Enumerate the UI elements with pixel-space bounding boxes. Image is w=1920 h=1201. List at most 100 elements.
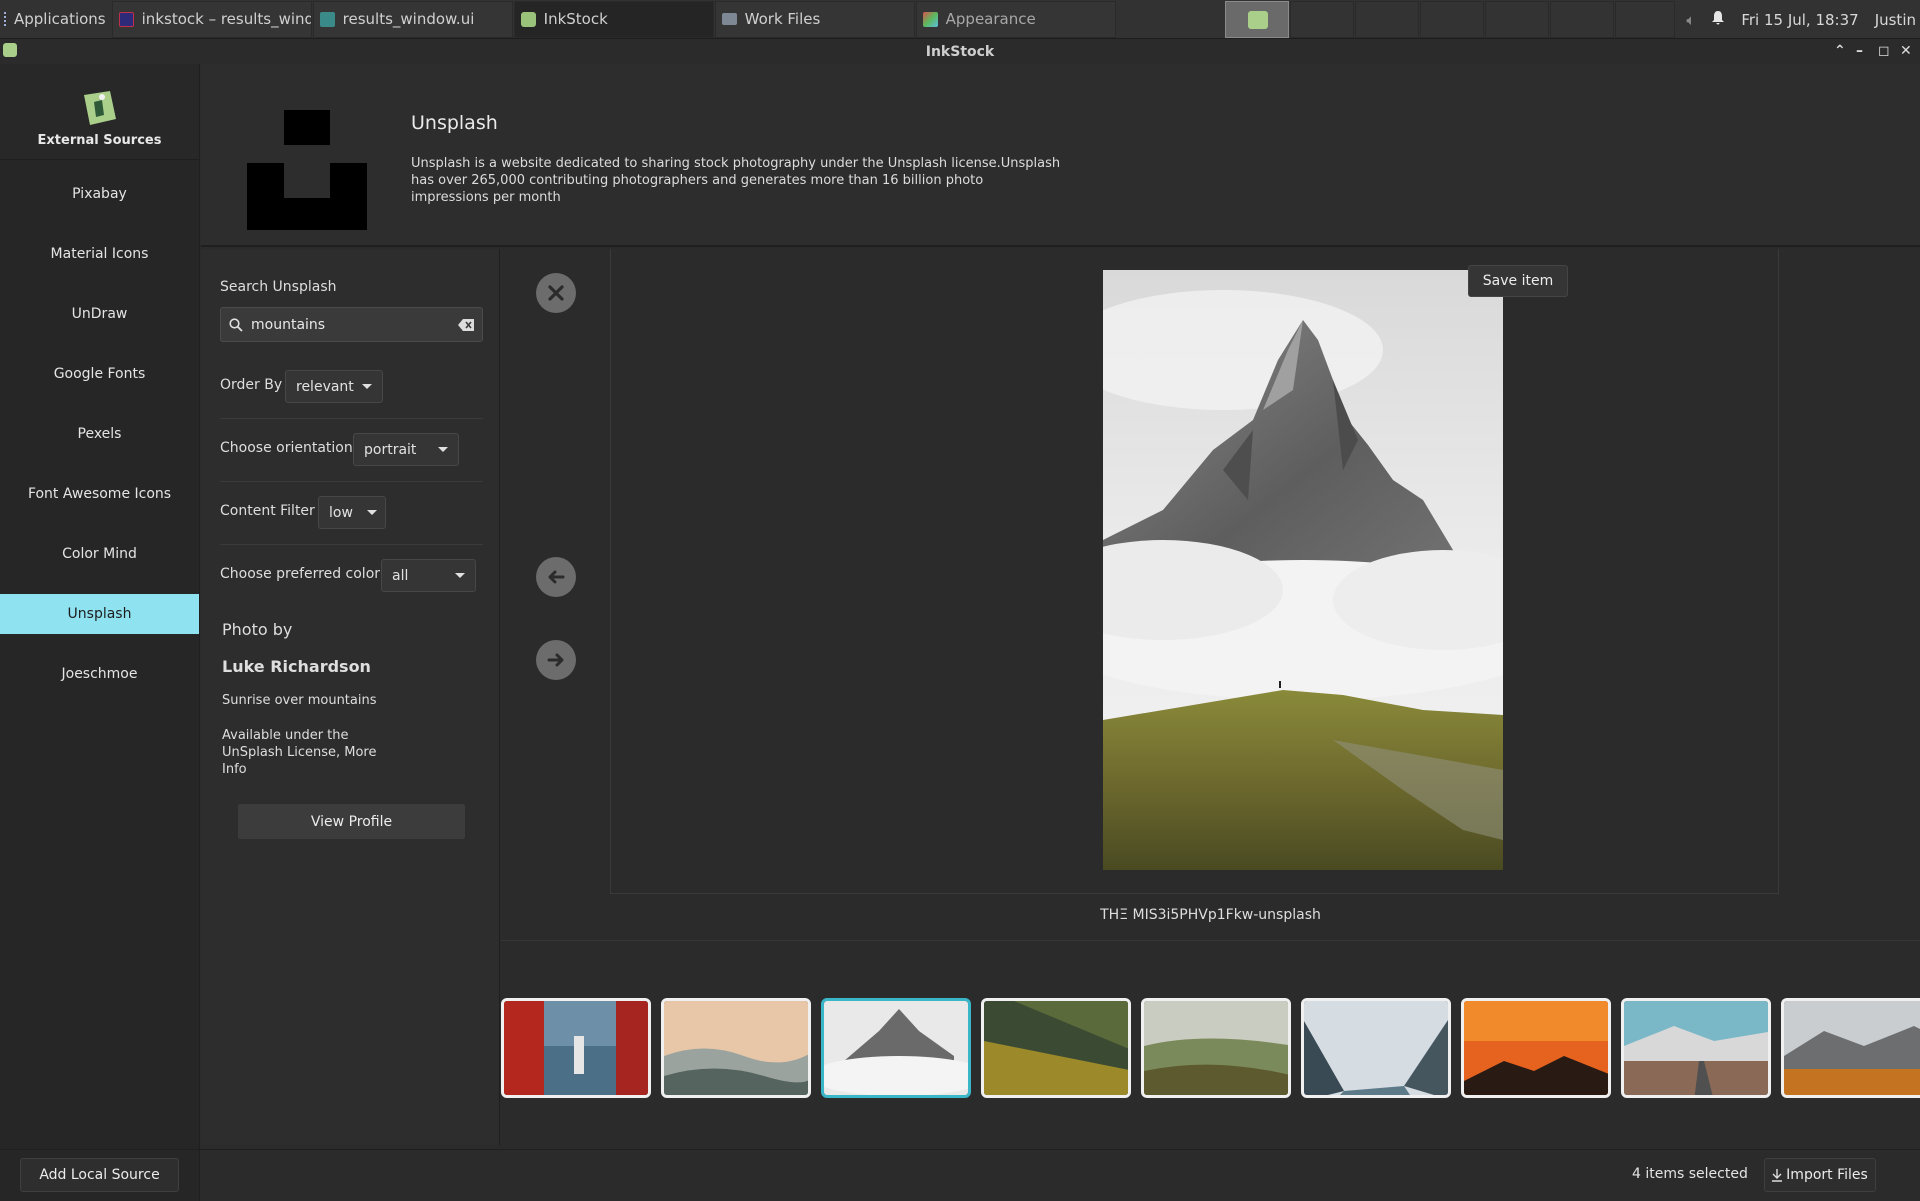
thumbnail[interactable] xyxy=(1461,998,1611,1098)
photo-by-label: Photo by xyxy=(222,620,293,639)
order-by-dropdown[interactable]: relevant xyxy=(285,370,383,403)
search-input[interactable]: mountains xyxy=(220,307,483,342)
workspace-6[interactable] xyxy=(1550,1,1614,38)
task-results-window-ui[interactable]: results_window.ui xyxy=(312,0,513,38)
sidebar-item-pexels[interactable]: Pexels xyxy=(0,414,199,454)
content-filter-dropdown[interactable]: low xyxy=(318,496,386,529)
import-files-button[interactable]: Import Files xyxy=(1764,1158,1876,1192)
sidebar-header: External Sources xyxy=(0,64,199,160)
color-label: Choose preferred color xyxy=(220,566,381,582)
sidebar-item-joeschmoe[interactable]: Joeschmoe xyxy=(0,654,199,694)
download-icon xyxy=(1772,1168,1783,1182)
previous-image-button[interactable] xyxy=(536,557,576,597)
add-local-source-button[interactable]: Add Local Source xyxy=(20,1158,179,1192)
folder-icon xyxy=(721,13,737,25)
photo-license[interactable]: Available under the UnSplash License, Mo… xyxy=(222,727,392,778)
shade-button[interactable]: ⌃ xyxy=(1834,39,1846,64)
divider xyxy=(220,418,483,419)
color-dropdown[interactable]: all xyxy=(381,559,476,592)
close-window-button[interactable]: ✕ xyxy=(1900,39,1912,64)
task-inkstock-editor[interactable]: inkstock – results_wind... xyxy=(111,0,312,38)
inkstock-icon xyxy=(520,11,536,27)
chevron-down-icon xyxy=(361,384,372,389)
user-name[interactable]: Justin xyxy=(1875,11,1916,29)
source-header: Unsplash Unsplash is a website dedicated… xyxy=(201,64,1920,247)
sidebar-item-google-fonts[interactable]: Google Fonts xyxy=(0,354,199,394)
thumbnail-selected[interactable] xyxy=(821,998,971,1098)
sidebar-footer: Add Local Source xyxy=(0,1150,200,1201)
maximize-button[interactable]: ◻︎ xyxy=(1878,39,1890,64)
window-app-icon xyxy=(3,43,17,57)
chevron-down-icon xyxy=(366,510,377,515)
source-description: Unsplash is a website dedicated to shari… xyxy=(411,156,1061,205)
save-item-button[interactable]: Save item xyxy=(1468,265,1568,297)
window-titlebar[interactable]: InkStock ⌃ – ◻︎ ✕ xyxy=(0,39,1920,64)
applications-icon xyxy=(4,12,10,26)
image-viewer: Save item THΞ MIS3i5PHVp1Fkw-unsplash xyxy=(501,249,1920,941)
workspace-4[interactable] xyxy=(1420,1,1484,38)
import-files-label: Import Files xyxy=(1786,1167,1868,1183)
task-inkstock[interactable]: InkStock xyxy=(513,0,714,38)
preview-image[interactable] xyxy=(1103,270,1503,870)
photo-title: Sunrise over mountains xyxy=(222,693,377,708)
chevron-down-icon xyxy=(438,447,448,452)
sidebar-item-color-mind[interactable]: Color Mind xyxy=(0,534,199,574)
orientation-label: Choose orientation xyxy=(220,440,353,456)
thumbnail[interactable] xyxy=(1621,998,1771,1098)
thumbnail[interactable] xyxy=(1301,998,1451,1098)
window-title: InkStock xyxy=(925,43,995,60)
inkstock-logo-icon xyxy=(83,91,116,125)
task-label: inkstock – results_wind... xyxy=(141,10,312,28)
view-profile-button[interactable]: View Profile xyxy=(237,803,466,840)
appearance-icon xyxy=(922,11,938,27)
orientation-dropdown[interactable]: portrait xyxy=(353,433,459,466)
task-appearance[interactable]: Appearance xyxy=(915,0,1116,38)
order-by-value: relevant xyxy=(296,378,354,395)
sidebar-item-undraw[interactable]: UnDraw xyxy=(0,294,199,334)
sidebar-item-unsplash[interactable]: Unsplash xyxy=(0,594,199,634)
workspace-5[interactable] xyxy=(1485,1,1549,38)
orientation-value: portrait xyxy=(364,441,417,458)
volume-icon[interactable]: 🔈︎ xyxy=(1686,11,1695,29)
thumbnail[interactable] xyxy=(661,998,811,1098)
thumbnail[interactable] xyxy=(981,998,1131,1098)
chevron-down-icon xyxy=(455,573,465,578)
sidebar-heading: External Sources xyxy=(37,133,162,148)
applications-menu[interactable]: Applications xyxy=(0,0,112,39)
content-filter-value: low xyxy=(329,504,353,521)
thumbnail[interactable] xyxy=(1781,998,1920,1098)
thumbnail[interactable] xyxy=(1141,998,1291,1098)
clock[interactable]: Fri 15 Jul, 18:37 xyxy=(1741,11,1858,29)
sources-sidebar: External Sources Pixabay Material Icons … xyxy=(0,64,200,1149)
selection-count: 4 items selected xyxy=(1632,1166,1748,1182)
sidebar-item-material-icons[interactable]: Material Icons xyxy=(0,234,199,274)
color-value: all xyxy=(392,567,409,584)
workspace-app-icon xyxy=(1248,11,1268,29)
minimize-button[interactable]: – xyxy=(1856,39,1863,64)
thumbnail[interactable] xyxy=(501,998,651,1098)
task-work-files[interactable]: Work Files xyxy=(714,0,915,38)
next-image-button[interactable] xyxy=(536,640,576,680)
photo-author: Luke Richardson xyxy=(222,657,371,676)
arrow-right-icon xyxy=(547,653,564,667)
status-bar: Add Local Source 4 items selected Import… xyxy=(0,1149,1920,1201)
close-icon xyxy=(548,285,564,301)
workspace-7[interactable] xyxy=(1615,1,1675,38)
preview-frame xyxy=(610,249,1779,894)
divider xyxy=(220,481,483,482)
applications-label: Applications xyxy=(14,10,106,28)
task-label: Appearance xyxy=(945,10,1036,28)
workspace-2[interactable] xyxy=(1290,1,1354,38)
image-filename: THΞ MIS3i5PHVp1Fkw-unsplash xyxy=(1100,907,1321,923)
workspace-1[interactable] xyxy=(1225,1,1289,38)
notifications-icon[interactable] xyxy=(1711,10,1725,30)
source-title: Unsplash xyxy=(411,112,498,134)
sidebar-item-font-awesome-icons[interactable]: Font Awesome Icons xyxy=(0,474,199,514)
divider xyxy=(220,544,483,545)
search-panel: Search Unsplash mountains Order By relev… xyxy=(201,249,500,1145)
close-preview-button[interactable] xyxy=(536,273,576,313)
sidebar-item-pixabay[interactable]: Pixabay xyxy=(0,174,199,214)
unsplash-logo-icon xyxy=(247,110,367,230)
workspace-3[interactable] xyxy=(1355,1,1419,38)
clear-search-icon[interactable] xyxy=(458,318,474,331)
